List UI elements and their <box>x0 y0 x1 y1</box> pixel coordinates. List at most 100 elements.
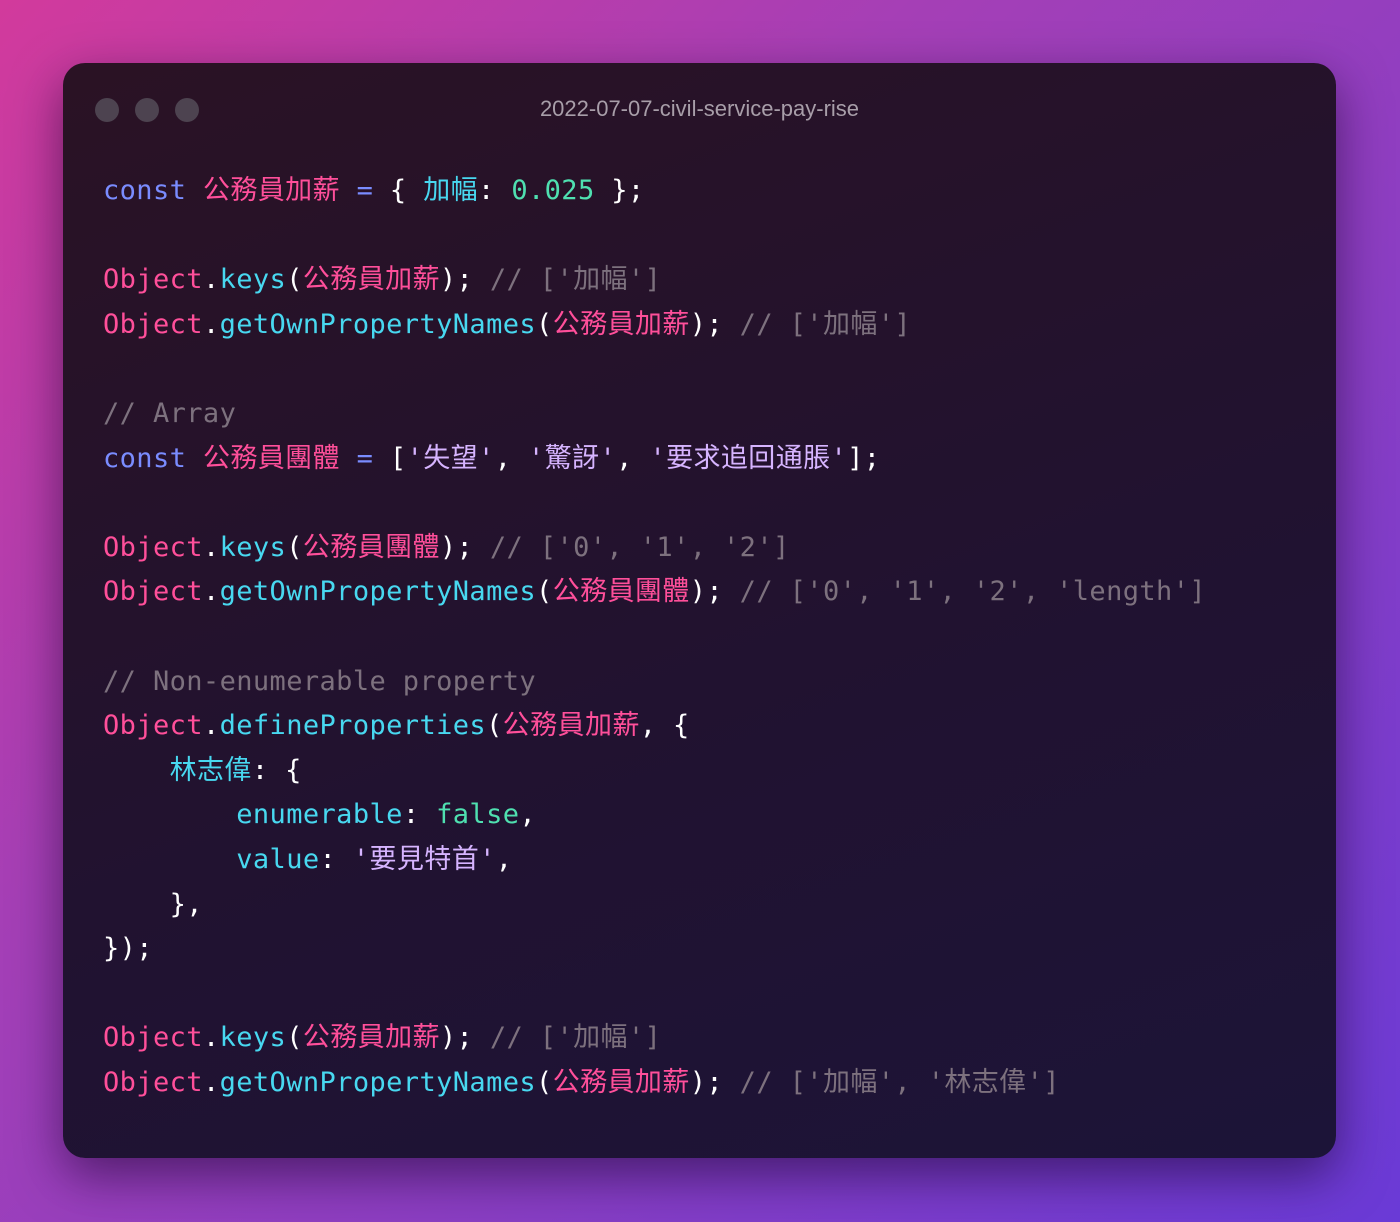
code-token-punct: . <box>202 308 220 340</box>
code-token-variable: 公務員團體 <box>552 576 690 608</box>
code-token-method: getOwnPropertyNames <box>219 1066 537 1098</box>
code-token-punct: ( <box>286 531 303 563</box>
code-line: Object.keys(公務員加薪); // ['加幅'] <box>103 258 1206 303</box>
code-token-comment: // ['0', '1', '2'] <box>489 531 790 563</box>
code-token-method: defineProperties <box>219 710 487 742</box>
code-line: }, <box>103 883 1206 928</box>
code-token-method: keys <box>219 264 287 296</box>
code-token-punct: . <box>202 710 220 742</box>
code-token-punct <box>186 175 203 206</box>
code-line: Object.getOwnPropertyNames(公務員團體); // ['… <box>103 570 1206 615</box>
code-token-punct: . <box>202 531 220 563</box>
code-line: enumerable: false, <box>103 793 1206 838</box>
code-token-punct: ]; <box>847 442 881 474</box>
code-token-punct: , <box>519 799 537 831</box>
code-token-punct: ); <box>689 1066 740 1098</box>
code-token-punct <box>186 443 203 474</box>
code-token-punct <box>340 443 357 474</box>
code-token-punct: ( <box>536 1066 553 1098</box>
code-token-variable: 公務員團體 <box>302 531 440 563</box>
code-token-comment: // ['0', '1', '2', 'length'] <box>739 576 1207 608</box>
code-token-variable: 公務員團體 <box>202 442 340 474</box>
code-token-punct: }); <box>103 933 153 965</box>
code-token-property: enumerable <box>236 799 403 831</box>
code-token-punct: ( <box>286 264 303 296</box>
code-token-number: 0.025 <box>511 175 595 206</box>
code-token-punct: . <box>202 1022 220 1054</box>
code-line: const 公務員團體 = ['失望', '驚訝', '要求追回通脹']; <box>103 437 1206 482</box>
code-token-operator: = <box>356 175 374 206</box>
code-token-boolean: false <box>436 799 520 831</box>
code-token-comment: // Non-enumerable property <box>103 665 537 697</box>
code-token-punct <box>103 755 170 786</box>
code-token-object: Object <box>103 1022 203 1054</box>
code-token-object: Object <box>103 576 203 608</box>
code-token-punct: ); <box>689 576 740 608</box>
code-token-object: Object <box>103 264 203 296</box>
code-token-keyword: const <box>103 175 187 206</box>
code-token-string: '要見特首' <box>352 843 496 875</box>
code-line: Object.keys(公務員加薪); // ['加幅'] <box>103 1016 1206 1061</box>
code-token-variable: 公務員加薪 <box>202 175 340 206</box>
code-token-punct: ( <box>486 710 503 742</box>
code-line: }); <box>103 927 1206 972</box>
code-token-variable: 公務員加薪 <box>552 1066 690 1098</box>
code-token-keyword: const <box>103 442 187 474</box>
code-token-punct: . <box>202 1066 220 1098</box>
code-token-punct: . <box>202 264 220 296</box>
code-token-punct <box>103 799 236 830</box>
code-token-punct: : <box>478 175 512 206</box>
code-token-punct: , <box>616 442 650 474</box>
code-token-punct: : <box>319 843 353 875</box>
code-token-object: Object <box>103 710 203 742</box>
code-token-punct <box>103 844 236 875</box>
code-token-punct: ( <box>536 576 553 608</box>
code-line: value: '要見特首', <box>103 838 1206 883</box>
code-token-punct: ); <box>439 264 490 296</box>
code-line: Object.getOwnPropertyNames(公務員加薪); // ['… <box>103 1061 1206 1106</box>
code-token-object: Object <box>103 1066 203 1098</box>
code-token-punct: , { <box>639 710 690 742</box>
code-token-object: Object <box>103 308 203 340</box>
code-token-property: value <box>236 843 320 875</box>
code-token-comment: // ['加幅'] <box>489 264 662 296</box>
code-token-method: getOwnPropertyNames <box>219 308 537 340</box>
code-token-punct: ); <box>689 308 740 340</box>
code-token-punct: ( <box>286 1022 303 1054</box>
code-token-property: 加幅 <box>423 175 479 206</box>
code-token-variable: 公務員加薪 <box>502 710 640 742</box>
code-line: // Array <box>103 392 1206 437</box>
code-token-method: keys <box>219 1022 287 1054</box>
code-token-method: getOwnPropertyNames <box>219 576 537 608</box>
code-token-method: keys <box>219 531 287 563</box>
code-line: Object.getOwnPropertyNames(公務員加薪); // ['… <box>103 303 1206 348</box>
code-token-string: '驚訝' <box>528 442 617 474</box>
code-token-object: Object <box>103 531 203 563</box>
code-line: // Non-enumerable property <box>103 660 1206 705</box>
code-line: Object.keys(公務員團體); // ['0', '1', '2'] <box>103 526 1206 571</box>
code-line: Object.defineProperties(公務員加薪, { <box>103 704 1206 749</box>
code-block: const 公務員加薪 = { 加幅: 0.025 }; Object.keys… <box>103 169 1206 1105</box>
code-token-string: '要求追回通脹' <box>649 442 848 474</box>
code-token-comment: // ['加幅'] <box>739 308 912 340</box>
code-token-punct: [ <box>373 442 407 474</box>
code-line: 林志偉: { <box>103 749 1206 794</box>
code-token-property: 林志偉 <box>169 754 252 786</box>
code-token-comment: // Array <box>103 397 237 429</box>
code-token-string: '失望' <box>406 442 495 474</box>
code-token-punct: { <box>373 175 424 206</box>
code-token-punct: , <box>494 442 528 474</box>
code-token-punct: ); <box>439 531 490 563</box>
code-token-variable: 公務員加薪 <box>552 308 690 340</box>
code-token-variable: 公務員加薪 <box>302 264 440 296</box>
code-token-comment: // ['加幅', '林志偉'] <box>739 1066 1060 1098</box>
code-token-comment: // ['加幅'] <box>489 1022 662 1054</box>
code-token-punct: }; <box>594 175 645 206</box>
code-token-operator: = <box>356 442 374 474</box>
code-window: 2022-07-07-civil-service-pay-rise const … <box>63 63 1336 1158</box>
code-token-punct: : { <box>251 754 302 786</box>
window-title: 2022-07-07-civil-service-pay-rise <box>539 96 860 121</box>
